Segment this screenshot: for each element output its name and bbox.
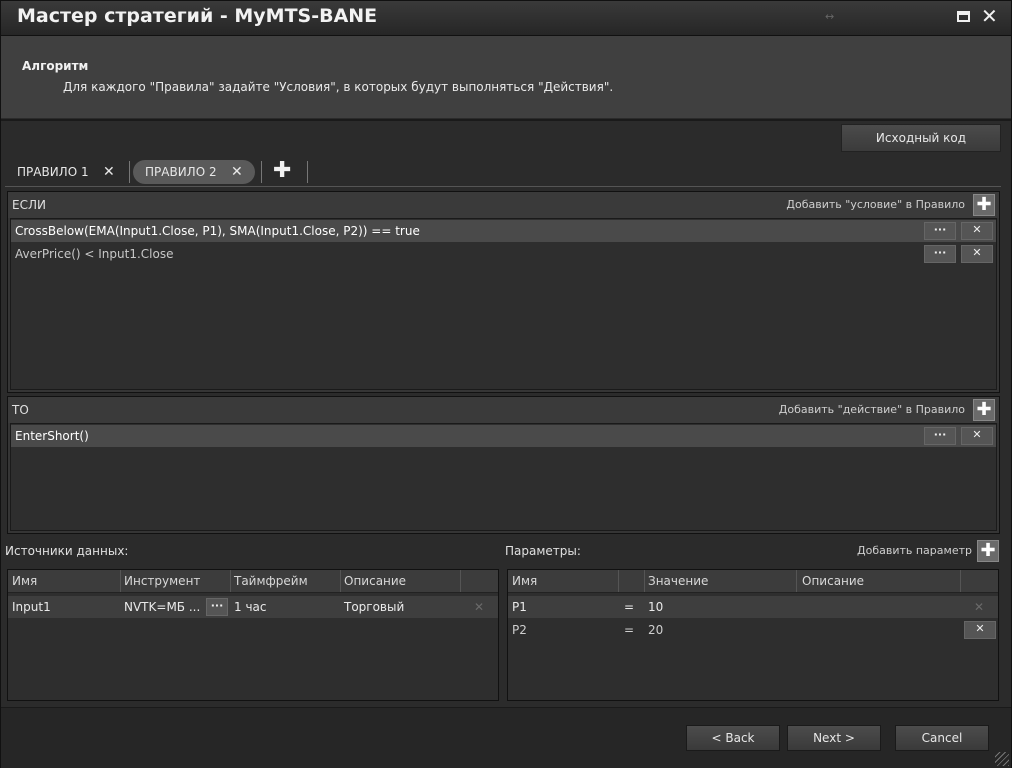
condition-text: CrossBelow(EMA(Input1.Close, P1), SMA(In… xyxy=(15,224,420,238)
add-action-label: Добавить "действие" в Правило xyxy=(778,403,965,416)
column-divider xyxy=(340,570,341,592)
data-sources-label: Источники данных: xyxy=(5,544,129,558)
step-title: Алгоритм xyxy=(22,59,89,73)
column-divider xyxy=(960,570,961,592)
actions-list: EnterShort() ··· ✕ xyxy=(10,423,997,531)
column-divider xyxy=(644,570,645,592)
condition-text: AverPrice() < Input1.Close xyxy=(15,247,174,261)
edit-action-ellipsis-icon[interactable]: ··· xyxy=(924,427,956,445)
parameters-label: Параметры: xyxy=(505,544,581,558)
add-rule-plus-icon[interactable]: ✚ xyxy=(273,159,291,183)
source-timeframe: 1 час xyxy=(234,600,267,614)
back-button[interactable]: < Back xyxy=(686,725,780,751)
column-header: Имя xyxy=(12,574,38,588)
parameters-section: Параметры: Добавить параметр ✚ Имя Значе… xyxy=(505,539,1001,705)
edit-condition-ellipsis-icon[interactable]: ··· xyxy=(924,222,956,240)
column-divider xyxy=(618,570,619,592)
source-description: Торговый xyxy=(344,600,405,614)
tab-divider xyxy=(307,161,308,183)
then-label: ТО xyxy=(12,403,29,417)
source-instrument: NVTK=МБ ... xyxy=(124,600,201,614)
table-header: Имя Инструмент Таймфрейм Описание xyxy=(8,570,498,593)
parameter-name: P1 xyxy=(512,600,527,614)
delete-condition-close-icon[interactable]: ✕ xyxy=(961,222,993,240)
parameters-table: Имя Значение Описание P1 = 10 ✕ P2 = 20 … xyxy=(507,569,999,701)
source-code-button[interactable]: Исходный код xyxy=(841,124,1001,152)
parameter-value: 10 xyxy=(648,600,664,614)
parameter-name: P2 xyxy=(512,623,527,637)
source-name: Input1 xyxy=(12,600,51,614)
column-header: Имя xyxy=(512,574,538,588)
edit-condition-ellipsis-icon[interactable]: ··· xyxy=(924,245,956,263)
delete-parameter-close-icon[interactable]: ✕ xyxy=(964,621,996,639)
if-panel-header: ЕСЛИ Добавить "условие" в Правило ✚ xyxy=(8,192,999,218)
column-header: Значение xyxy=(648,574,709,588)
table-row[interactable]: Input1 NVTK=МБ ... ··· 1 час Торговый ✕ xyxy=(8,596,498,618)
tab-rule-1[interactable]: ПРАВИЛО 1 ✕ xyxy=(9,160,125,184)
if-panel: ЕСЛИ Добавить "условие" в Правило ✚ Cros… xyxy=(7,191,1000,393)
delete-parameter-close-icon[interactable]: ✕ xyxy=(974,600,984,614)
delete-source-close-icon[interactable]: ✕ xyxy=(474,600,484,614)
table-row[interactable]: P1 = 10 ✕ xyxy=(508,596,998,618)
rule-tabs: ПРАВИЛО 1 ✕ ПРАВИЛО 2 ✕ ✚ xyxy=(5,159,1001,187)
parameter-value: 20 xyxy=(648,623,664,637)
step-description: Для каждого "Правила" задайте "Условия",… xyxy=(63,80,614,94)
cancel-button[interactable]: Cancel xyxy=(895,725,989,751)
parameter-equals: = xyxy=(624,600,635,614)
tab-divider xyxy=(261,161,262,183)
wizard-header: Алгоритм Для каждого "Правила" задайте "… xyxy=(1,36,1011,118)
data-sources-section: Источники данных: Имя Инструмент Таймфре… xyxy=(5,539,501,705)
window-title: Мастер стратегий - MyMTS-BANE xyxy=(17,5,378,27)
column-header: Таймфрейм xyxy=(234,574,308,588)
tab-close-icon[interactable]: ✕ xyxy=(231,160,243,184)
add-condition-label: Добавить "условие" в Правило xyxy=(786,198,965,211)
resize-grip-icon[interactable] xyxy=(995,752,1009,766)
then-panel: ТО Добавить "действие" в Правило ✚ Enter… xyxy=(7,396,1000,534)
data-sources-table: Имя Инструмент Таймфрейм Описание Input1… xyxy=(7,569,499,701)
column-header: Описание xyxy=(802,574,865,588)
table-row[interactable]: P2 = 20 ✕ xyxy=(508,619,998,641)
choose-instrument-ellipsis-icon[interactable]: ··· xyxy=(206,598,228,616)
title-bar[interactable]: Мастер стратегий - MyMTS-BANE ↔ ✕ xyxy=(1,1,1011,36)
column-divider xyxy=(120,570,121,592)
column-divider xyxy=(796,570,797,592)
condition-row[interactable]: CrossBelow(EMA(Input1.Close, P1), SMA(In… xyxy=(11,220,996,242)
header-divider xyxy=(1,119,1011,121)
tab-label: ПРАВИЛО 1 xyxy=(17,165,89,179)
parameter-equals: = xyxy=(624,623,635,637)
action-row[interactable]: EnterShort() ··· ✕ xyxy=(11,425,996,447)
tab-close-icon[interactable]: ✕ xyxy=(103,160,115,184)
maximize-icon[interactable] xyxy=(957,11,970,22)
next-button[interactable]: Next > xyxy=(787,725,881,751)
tab-rule-2[interactable]: ПРАВИЛО 2 ✕ xyxy=(133,160,255,184)
wizard-footer: < Back Next > Cancel xyxy=(1,707,1011,768)
resize-arrows-icon: ↔ xyxy=(825,10,835,23)
column-header: Инструмент xyxy=(124,574,201,588)
action-text: EnterShort() xyxy=(15,429,89,443)
add-parameter-plus-icon[interactable]: ✚ xyxy=(977,540,999,562)
then-panel-header: ТО Добавить "действие" в Правило ✚ xyxy=(8,397,999,423)
add-action-plus-icon[interactable]: ✚ xyxy=(973,399,995,421)
column-divider xyxy=(460,570,461,592)
close-icon[interactable]: ✕ xyxy=(981,4,998,28)
column-divider xyxy=(230,570,231,592)
column-header: Описание xyxy=(344,574,407,588)
delete-condition-close-icon[interactable]: ✕ xyxy=(961,245,993,263)
tab-divider xyxy=(129,161,130,183)
if-label: ЕСЛИ xyxy=(12,198,46,212)
tab-label: ПРАВИЛО 2 xyxy=(145,165,217,179)
condition-row[interactable]: AverPrice() < Input1.Close ··· ✕ xyxy=(11,243,996,265)
add-parameter-label: Добавить параметр xyxy=(857,544,972,557)
add-condition-plus-icon[interactable]: ✚ xyxy=(973,194,995,216)
table-header: Имя Значение Описание xyxy=(508,570,998,593)
conditions-list: CrossBelow(EMA(Input1.Close, P1), SMA(In… xyxy=(10,218,997,390)
delete-action-close-icon[interactable]: ✕ xyxy=(961,427,993,445)
strategy-wizard-window: Мастер стратегий - MyMTS-BANE ↔ ✕ Алгори… xyxy=(0,0,1012,768)
